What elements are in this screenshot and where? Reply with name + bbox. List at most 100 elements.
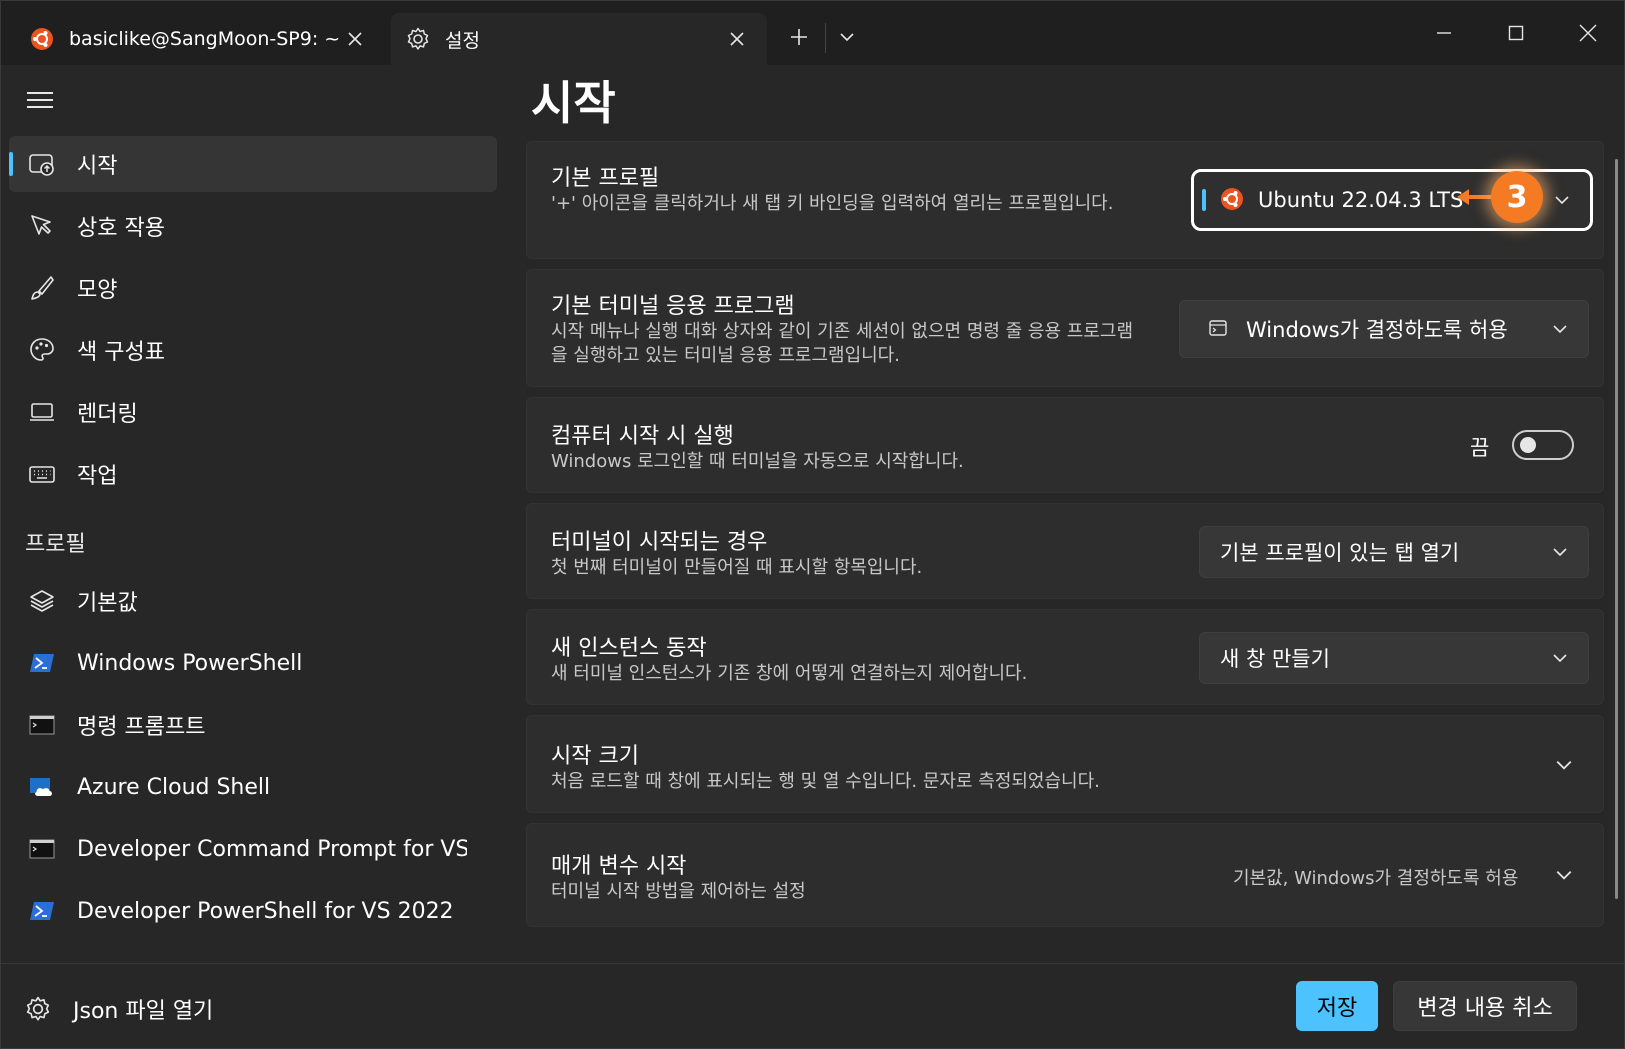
setting-launch-parameters[interactable]: 매개 변수 시작 터미널 시작 방법을 제어하는 설정 기본값, Windows… <box>526 823 1604 927</box>
powershell-icon <box>27 896 57 926</box>
json-link-label: Json 파일 열기 <box>73 999 214 1024</box>
step-callout-badge: 3 <box>1491 171 1543 223</box>
close-window-button[interactable] <box>1565 11 1611 55</box>
setting-description: 터미널 시작 방법을 제어하는 설정 <box>551 881 806 902</box>
setting-description: Windows 로그인할 때 터미널을 자동으로 시작합니다. <box>551 451 964 472</box>
setting-title: 기본 프로필 <box>551 166 660 191</box>
profiles-section-header: 프로필 <box>25 532 86 557</box>
sidebar-item-label: 시작 <box>77 154 118 179</box>
startup-icon <box>27 149 57 179</box>
default-terminal-dropdown[interactable]: Windows가 결정하도록 허용 <box>1179 300 1589 358</box>
sidebar-item-profile-azure[interactable]: Azure Cloud Shell <box>9 759 497 815</box>
dropdown-value: 새 창 만들기 <box>1220 647 1330 671</box>
sidebar-item-rendering[interactable]: 렌더링 <box>9 384 497 440</box>
sidebar-item-color-schemes[interactable]: 색 구성표 <box>9 322 497 378</box>
chevron-down-icon <box>1553 654 1567 663</box>
setting-description: '+' 아이콘을 클릭하거나 새 탭 키 바인딩을 입력하여 열리는 프로필입니… <box>551 193 1114 214</box>
sidebar-item-label: Azure Cloud Shell <box>77 774 271 800</box>
hamburger-menu-button[interactable] <box>25 87 55 117</box>
sidebar-item-label: 작업 <box>77 464 118 489</box>
title-bar: basiclike@SangMoon-SP9: ~ 설정 <box>1 1 1624 65</box>
setting-summary: 기본값, Windows가 결정하도록 허용 <box>1233 868 1519 889</box>
terminal-settings-window: basiclike@SangMoon-SP9: ~ 설정 시작 상호 작용 모양… <box>0 0 1625 1049</box>
monitor-icon <box>27 397 57 427</box>
new-instance-behavior-dropdown[interactable]: 새 창 만들기 <box>1199 632 1589 684</box>
tab-ubuntu-shell[interactable]: basiclike@SangMoon-SP9: ~ <box>15 13 385 65</box>
vertical-scrollbar[interactable] <box>1615 159 1618 899</box>
footer-divider <box>1 963 1625 964</box>
close-icon[interactable] <box>339 23 371 55</box>
sidebar-item-profile-powershell[interactable]: Windows PowerShell <box>9 635 497 691</box>
new-tab-button[interactable] <box>781 19 817 55</box>
sidebar-item-label: 렌더링 <box>77 402 138 427</box>
chevron-down-icon <box>1553 548 1567 557</box>
chevron-down-icon[interactable] <box>1555 866 1573 884</box>
dropdown-value: Windows가 결정하도록 허용 <box>1246 318 1508 342</box>
setting-when-terminal-starts: 터미널이 시작되는 경우 첫 번째 터미널이 만들어질 때 표시할 항목입니다.… <box>526 503 1604 599</box>
page-title: 시작 <box>531 76 616 130</box>
sidebar-item-label: 색 구성표 <box>77 340 165 365</box>
selection-indicator <box>1202 189 1206 211</box>
gear-icon <box>405 26 431 52</box>
close-icon <box>1579 24 1597 42</box>
sidebar-item-label: Windows PowerShell <box>77 650 303 676</box>
maximize-icon <box>1508 25 1524 41</box>
tab-separator <box>825 23 826 53</box>
callout-arrow-line <box>1466 195 1492 199</box>
gear-icon <box>25 996 51 1022</box>
layers-icon <box>27 586 57 616</box>
cmd-icon <box>27 710 57 740</box>
keyboard-icon <box>27 459 57 489</box>
terminal-app-icon <box>1208 318 1230 340</box>
sidebar-item-appearance[interactable]: 모양 <box>9 260 497 316</box>
chevron-down-icon[interactable] <box>1555 756 1573 774</box>
sidebar-item-startup[interactable]: 시작 <box>9 136 497 192</box>
setting-title: 시작 크기 <box>551 744 639 769</box>
chevron-down-icon <box>1555 196 1569 205</box>
setting-launch-size[interactable]: 시작 크기 처음 로드할 때 창에 표시되는 행 및 열 수입니다. 문자로 측… <box>526 715 1604 813</box>
tab-dropdown-button[interactable] <box>829 19 865 55</box>
setting-description: 처음 로드할 때 창에 표시되는 행 및 열 수입니다. 문자로 측정되었습니다… <box>551 771 1100 792</box>
ubuntu-icon <box>29 26 55 52</box>
sidebar-item-interaction[interactable]: 상호 작용 <box>9 198 497 254</box>
sidebar-item-profile-defaults[interactable]: 기본값 <box>9 573 497 629</box>
setting-description: 새 터미널 인스턴스가 기존 창에 어떻게 연결하는지 제어합니다. <box>551 663 1028 684</box>
minimize-button[interactable] <box>1421 11 1467 55</box>
azure-icon <box>27 772 57 802</box>
setting-launch-on-startup: 컴퓨터 시작 시 실행 Windows 로그인할 때 터미널을 자동으로 시작합… <box>526 397 1604 493</box>
ubuntu-icon <box>1220 187 1246 213</box>
launch-on-startup-toggle[interactable] <box>1512 430 1574 460</box>
sidebar-item-label: Developer PowerShell for VS 2022 <box>77 898 454 924</box>
discard-changes-button[interactable]: 변경 내용 취소 <box>1393 981 1577 1031</box>
chevron-down-icon <box>840 33 854 42</box>
setting-title: 컴퓨터 시작 시 실행 <box>551 424 734 449</box>
sidebar-item-profile-cmd[interactable]: 명령 프롬프트 <box>9 697 497 753</box>
dropdown-value: Ubuntu 22.04.3 LTS <box>1258 188 1464 212</box>
sidebar-item-label: 모양 <box>77 278 118 303</box>
selection-indicator <box>9 152 13 176</box>
palette-icon <box>27 335 57 365</box>
close-icon[interactable] <box>721 23 753 55</box>
tab-label: basiclike@SangMoon-SP9: ~ <box>69 28 339 50</box>
minimize-icon <box>1437 32 1451 34</box>
setting-title: 터미널이 시작되는 경우 <box>551 530 768 555</box>
toggle-state-label: 끔 <box>1470 436 1490 460</box>
setting-default-terminal: 기본 터미널 응용 프로그램 시작 메뉴나 실행 대화 상자와 같이 기존 세션… <box>526 269 1604 387</box>
setting-title: 매개 변수 시작 <box>551 854 687 879</box>
setting-title: 기본 터미널 응용 프로그램 <box>551 294 795 319</box>
save-button[interactable]: 저장 <box>1296 981 1378 1031</box>
sidebar-item-actions[interactable]: 작업 <box>9 446 497 502</box>
sidebar-item-profile-dev-powershell[interactable]: Developer PowerShell for VS 2022 <box>9 883 497 939</box>
first-window-preference-dropdown[interactable]: 기본 프로필이 있는 탭 열기 <box>1199 526 1589 578</box>
brush-icon <box>27 273 57 303</box>
sidebar-item-label: 기본값 <box>77 591 138 616</box>
maximize-button[interactable] <box>1493 11 1539 55</box>
open-json-file-link[interactable]: Json 파일 열기 <box>25 991 213 1027</box>
setting-description: 시작 메뉴나 실행 대화 상자와 같이 기존 세션이 없으면 명령 줄 응용 프… <box>551 321 1134 366</box>
toggle-knob <box>1520 437 1536 453</box>
sidebar-item-label: 상호 작용 <box>77 216 165 241</box>
sidebar-item-profile-dev-cmd[interactable]: Developer Command Prompt for VS 2022 <box>9 821 497 877</box>
powershell-icon <box>27 648 57 678</box>
tab-settings[interactable]: 설정 <box>391 13 767 65</box>
setting-default-profile: 기본 프로필 '+' 아이콘을 클릭하거나 새 탭 키 바인딩을 입력하여 열리… <box>526 141 1604 259</box>
